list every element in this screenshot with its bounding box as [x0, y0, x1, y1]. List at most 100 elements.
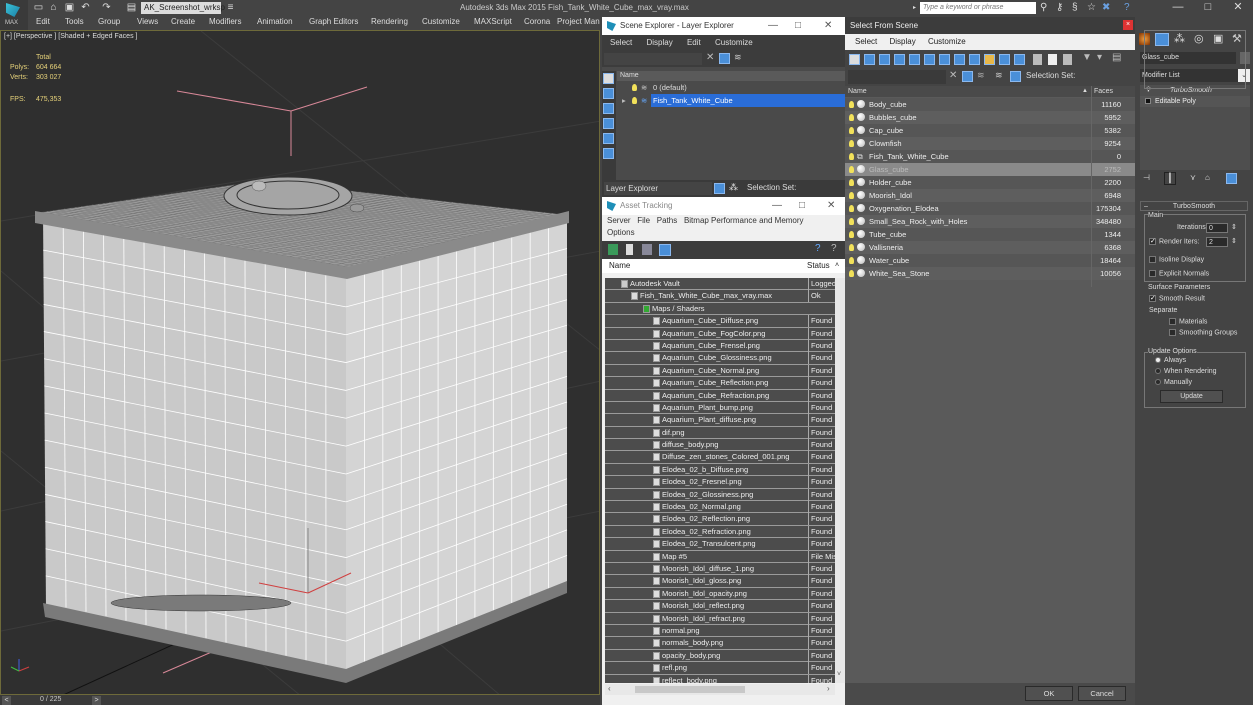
asset-row[interactable]: Aquarium_Cube_Diffuse.png Found	[605, 315, 835, 328]
display-xrefs-icon[interactable]	[954, 54, 965, 65]
asset-row[interactable]: normal.png Found	[605, 624, 835, 638]
cancel-button[interactable]: Cancel	[1078, 686, 1126, 701]
column-header-status[interactable]: Status	[807, 259, 830, 273]
spinner-arrows-icon[interactable]: ⇕	[1231, 223, 1237, 231]
visibility-bulb-icon[interactable]	[849, 101, 854, 108]
menu-server[interactable]: Server	[607, 216, 631, 225]
help-icon[interactable]: ?	[815, 243, 821, 254]
asset-row[interactable]: Moorish_Idol_diffuse_1.png Found	[605, 562, 835, 576]
visibility-bulb-icon[interactable]	[849, 192, 854, 199]
visibility-bulb-icon[interactable]	[849, 218, 854, 225]
column-header-faces[interactable]: Faces	[1091, 86, 1123, 97]
column-header-name[interactable]: Name	[609, 259, 630, 273]
display-frozen-icon[interactable]	[999, 54, 1010, 65]
clear-find-icon[interactable]: ✕	[949, 70, 957, 81]
ok-button[interactable]: OK	[1025, 686, 1073, 701]
visibility-bulb-icon[interactable]	[849, 244, 854, 251]
menu-group[interactable]: Group	[98, 17, 120, 26]
undo-icon[interactable]: ↶	[80, 2, 91, 13]
exchange-icon[interactable]: ✖	[1102, 2, 1110, 14]
asset-tracking-titlebar[interactable]: Asset Tracking — □ ✕	[602, 197, 845, 215]
display-helpers-icon[interactable]	[909, 54, 920, 65]
asset-row[interactable]: Moorish_Idol_refract.png Found	[605, 612, 835, 625]
visibility-bulb-icon[interactable]	[849, 127, 854, 134]
asset-row[interactable]: Aquarium_Plant_diffuse.png Found	[605, 414, 835, 427]
visibility-bulb-icon[interactable]	[632, 84, 637, 91]
visibility-bulb-icon[interactable]	[849, 205, 854, 212]
explorer-type-dropdown[interactable]: Layer Explorer	[604, 182, 712, 195]
hierarchy-mode-icon[interactable]	[1010, 71, 1021, 82]
menu-modifiers[interactable]: Modifiers	[209, 17, 241, 26]
close-button[interactable]: ✕	[1223, 0, 1253, 16]
asset-row[interactable]: Elodea_02_Normal.png Found	[605, 501, 835, 514]
visibility-bulb-icon[interactable]	[849, 166, 854, 173]
asset-row[interactable]: Moorish_Idol_opacity.png Found	[605, 587, 835, 601]
layer-mode-icon[interactable]: ≋	[995, 70, 1003, 81]
display-hidden-icon[interactable]	[1014, 54, 1025, 65]
pin-stack-icon[interactable]: ⊣	[1143, 173, 1150, 182]
asset-row[interactable]: Elodea_02_Refraction.png Found	[605, 525, 835, 539]
menu-rendering[interactable]: Rendering	[371, 17, 408, 26]
smooth-result-checkbox[interactable]: ✓	[1149, 295, 1156, 302]
layer-options-icon[interactable]: ≋	[734, 52, 742, 63]
asset-row[interactable]: Aquarium_Cube_Normal.png Found	[605, 364, 835, 378]
hierarchy-mode-icon[interactable]: ⁂	[729, 182, 738, 193]
display-containers-icon[interactable]	[984, 54, 995, 65]
update-manually-radio[interactable]	[1155, 379, 1161, 386]
open-file-icon[interactable]: ⌂	[48, 2, 59, 13]
show-end-result-icon[interactable]: ┃	[1164, 172, 1176, 185]
sort-ascending-icon[interactable]: ▲	[1082, 86, 1088, 97]
filter-icon[interactable]: ▼	[1082, 52, 1092, 63]
horizontal-scrollbar[interactable]: ‹ ›	[605, 684, 835, 695]
display-geometry-icon[interactable]	[849, 54, 860, 65]
smoothing-groups-checkbox[interactable]	[1169, 329, 1176, 336]
filter-options-icon[interactable]: ▾	[1097, 52, 1102, 63]
update-always-radio[interactable]	[1155, 357, 1161, 364]
layer-row[interactable]: ▸ ≋ Fish_Tank_White_Cube	[617, 94, 845, 107]
asset-row[interactable]: Moorish_Idol_reflect.png Found	[605, 600, 835, 613]
asset-row[interactable]: refl.png Found	[605, 662, 835, 675]
maximize-button[interactable]: □	[799, 197, 805, 215]
new-file-icon[interactable]: ▭	[33, 2, 44, 13]
configure-modifier-sets-icon[interactable]	[1226, 173, 1237, 184]
scroll-up-icon[interactable]: ˄	[835, 259, 839, 273]
display-invert-icon[interactable]	[1063, 54, 1072, 65]
perspective-viewport[interactable]	[0, 30, 600, 695]
asset-row[interactable]: Aquarium_Cube_Refraction.png Found	[605, 389, 835, 402]
binoculars-icon[interactable]: ⚲	[1040, 2, 1047, 14]
menu-select[interactable]: Select	[855, 37, 877, 46]
asset-row[interactable]: dif.png Found	[605, 426, 835, 440]
layer-mode-icon[interactable]	[714, 183, 725, 194]
find-input[interactable]	[604, 53, 702, 65]
materials-checkbox[interactable]	[1169, 318, 1176, 325]
asset-row[interactable]: Elodea_02_Reflection.png Found	[605, 513, 835, 526]
iterations-spinner[interactable]: 0	[1206, 223, 1228, 233]
visibility-bulb-icon[interactable]	[849, 179, 854, 186]
detail-view-icon[interactable]	[642, 244, 652, 255]
minimize-button[interactable]: —	[1163, 0, 1193, 16]
display-none-icon[interactable]	[1048, 54, 1057, 65]
menu-bitmap-performance[interactable]: Bitmap Performance and Memory	[684, 216, 804, 225]
viewport-label[interactable]: [+] [Perspective ] [Shaded + Edged Faces…	[4, 33, 137, 40]
column-header-name[interactable]: Name	[848, 86, 867, 97]
menu-views[interactable]: Views	[137, 17, 158, 26]
menu-maxscript[interactable]: MAXScript	[474, 17, 512, 26]
quick-access-overflow-icon[interactable]: ≡	[225, 2, 236, 13]
menu-customize[interactable]: Customize	[715, 38, 753, 47]
menu-select[interactable]: Select	[610, 38, 632, 47]
update-rendering-radio[interactable]	[1155, 368, 1161, 375]
asset-row[interactable]: Aquarium_Cube_Frensel.png Found	[605, 339, 835, 353]
app-menu-button[interactable]: MAX	[0, 0, 28, 30]
close-button[interactable]: ×	[1123, 20, 1133, 30]
search-expand-icon[interactable]: ▸	[913, 2, 916, 14]
select-from-scene-titlebar[interactable]: Select From Scene ×	[845, 17, 1135, 34]
menu-paths[interactable]: Paths	[657, 216, 677, 225]
turbosmooth-rollout-header[interactable]: – TurboSmooth	[1140, 201, 1248, 211]
expand-box-icon[interactable]	[1145, 98, 1151, 104]
asset-row[interactable]: Autodesk Vault Logged	[605, 278, 835, 291]
key-icon[interactable]: ⚷	[1056, 2, 1063, 14]
menu-edit[interactable]: Edit	[36, 17, 50, 26]
expand-arrow-icon[interactable]: ▸	[622, 94, 626, 107]
render-iters-checkbox[interactable]: ✓	[1149, 238, 1156, 245]
time-next-button[interactable]: >	[92, 696, 101, 705]
